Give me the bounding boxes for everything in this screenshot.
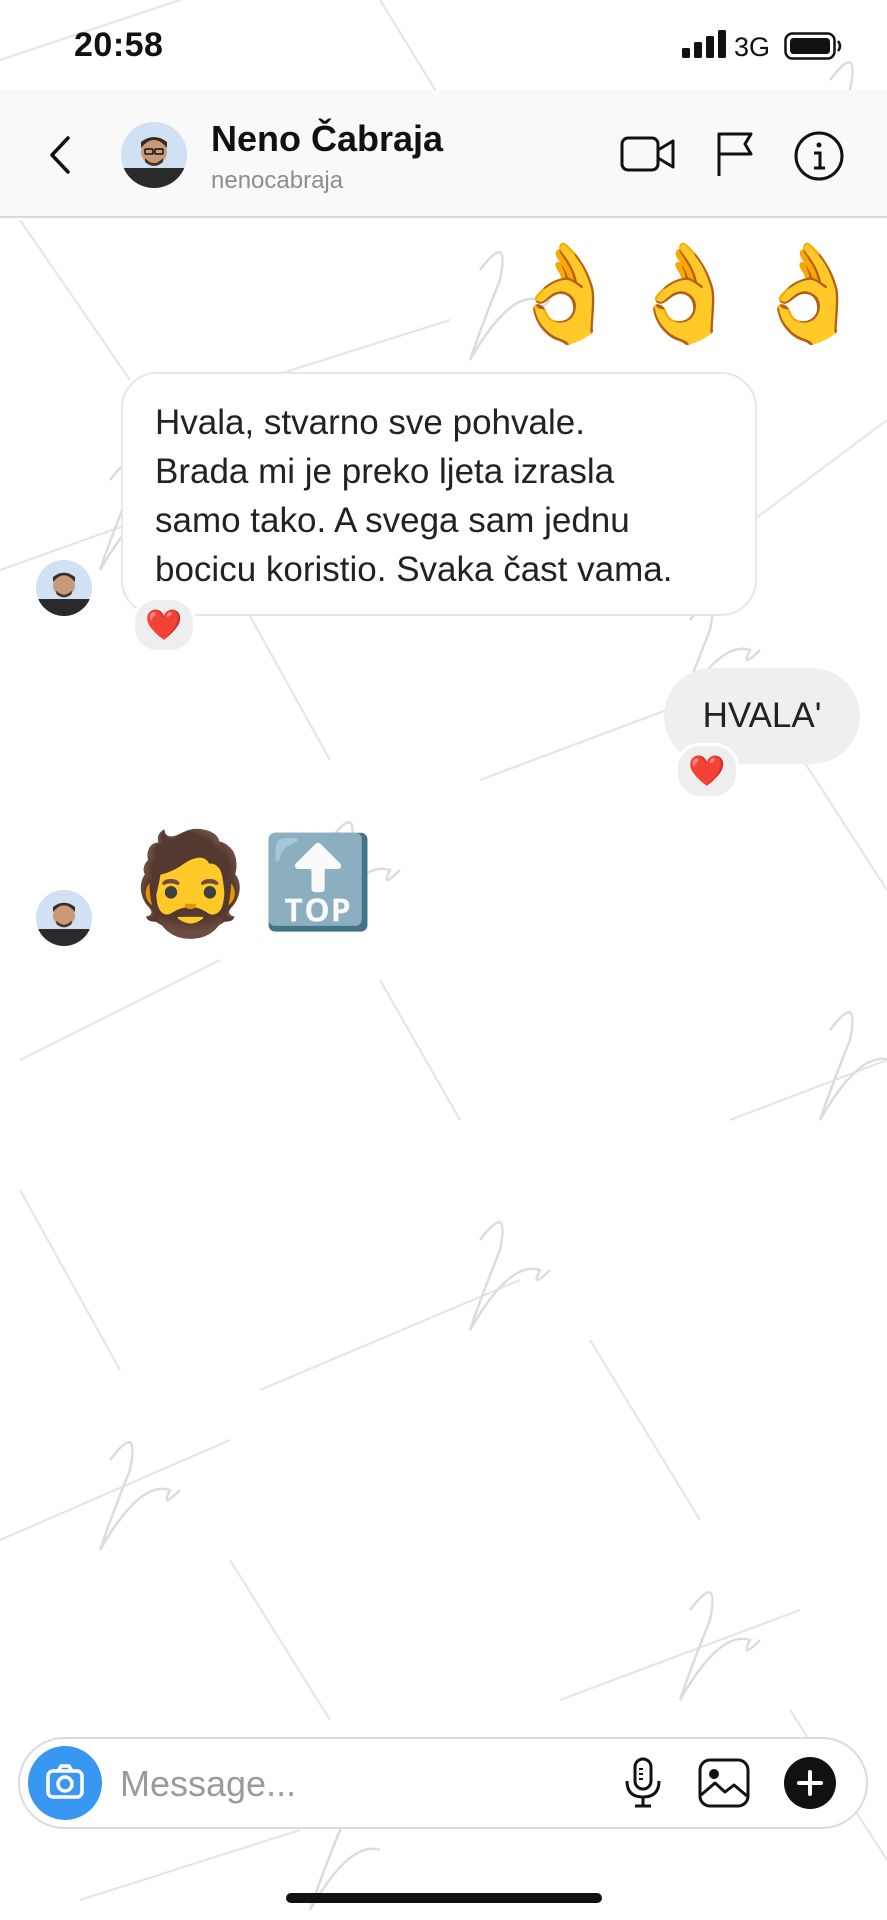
message-input[interactable] xyxy=(118,1755,602,1813)
contact-avatar[interactable] xyxy=(121,122,187,188)
status-time: 20:58 xyxy=(74,26,164,64)
battery-icon xyxy=(784,32,842,60)
info-icon[interactable] xyxy=(793,130,845,182)
plus-button[interactable] xyxy=(784,1757,836,1809)
plus-icon xyxy=(797,1770,823,1796)
home-indicator[interactable] xyxy=(286,1893,602,1903)
top-arrow-emoji[interactable]: 🔝 xyxy=(262,830,374,935)
contact-name[interactable]: Neno Čabraja xyxy=(211,118,443,160)
camera-icon xyxy=(46,1764,84,1799)
heart-reaction[interactable]: ❤️ xyxy=(132,597,196,653)
sender-avatar[interactable] xyxy=(36,560,92,616)
video-call-icon[interactable] xyxy=(620,132,676,176)
back-chevron-icon[interactable] xyxy=(40,130,80,180)
camera-button[interactable] xyxy=(28,1746,102,1820)
cellular-signal-icon xyxy=(682,30,726,58)
outgoing-emoji-message[interactable]: 👌 👌 👌 xyxy=(505,237,869,357)
microphone-icon[interactable] xyxy=(620,1757,666,1809)
sender-avatar[interactable] xyxy=(36,890,92,946)
heart-reaction[interactable]: ❤️ xyxy=(675,743,739,799)
incoming-message-bubble[interactable]: Hvala, stvarno sve pohvale. Brada mi je … xyxy=(121,372,757,616)
contact-username: nenocabraja xyxy=(211,167,344,194)
heart-icon: ❤️ xyxy=(688,753,726,789)
message-text: HVALA' xyxy=(702,696,822,735)
gallery-icon[interactable] xyxy=(697,1757,751,1809)
ok-hand-emoji: 👌 xyxy=(505,237,625,349)
heart-icon: ❤️ xyxy=(145,607,183,643)
flag-icon[interactable] xyxy=(713,128,757,178)
ok-hand-emoji: 👌 xyxy=(625,237,745,349)
ok-hand-emoji: 👌 xyxy=(749,237,869,349)
network-type: 3G xyxy=(734,32,771,62)
bearded-person-emoji[interactable]: 🧔 xyxy=(128,825,253,943)
